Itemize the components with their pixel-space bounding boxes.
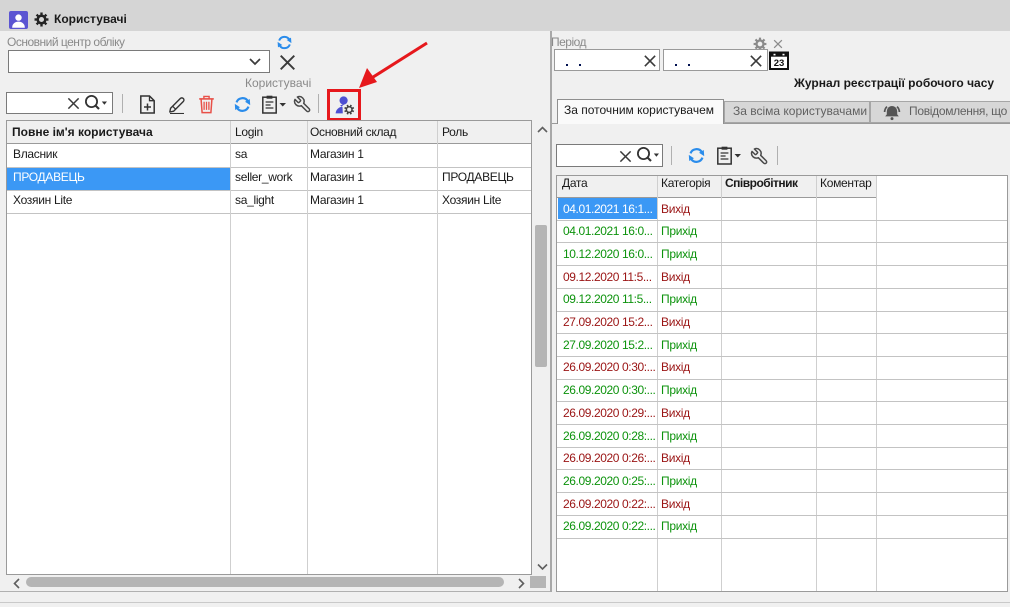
svg-text:23: 23 [774,58,785,69]
